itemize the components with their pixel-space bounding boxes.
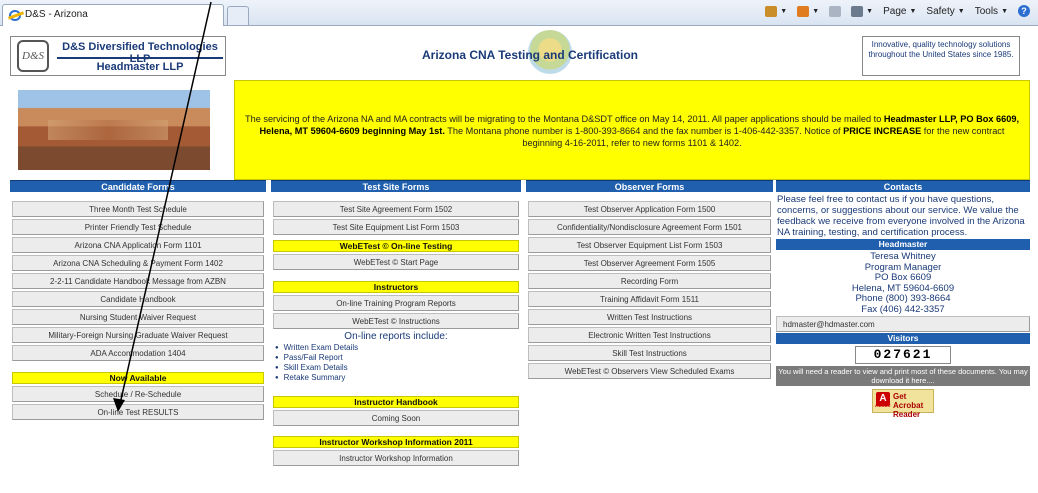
- now-available-heading: Now Available: [12, 372, 264, 384]
- list-item[interactable]: Skill Exam Details: [275, 363, 521, 373]
- online-results-button[interactable]: On-line Test RESULTS: [12, 404, 264, 420]
- page-title: Arizona CNA Testing and Certification: [421, 48, 638, 62]
- observer-form-button[interactable]: Skill Test Instructions: [528, 345, 771, 361]
- observer-form-button[interactable]: Training Affidavit Form 1511: [528, 291, 771, 307]
- page-menu[interactable]: Page ▼: [883, 6, 916, 17]
- candidate-form-button[interactable]: Military-Foreign Nursing Graduate Waiver…: [12, 327, 264, 343]
- observer-form-button[interactable]: Written Test Instructions: [528, 309, 771, 325]
- command-bar: ▼ ▼ ▼ Page ▼ Safety ▼ Tools ▼ ?: [765, 5, 1030, 17]
- email-link[interactable]: hdmaster@hdmaster.com: [776, 316, 1030, 332]
- printer-icon: [851, 5, 864, 17]
- company-logo-box[interactable]: D&S D&S Diversified Technologies LLP Hea…: [10, 36, 226, 76]
- headmaster-heading: Headmaster: [776, 239, 1030, 250]
- get-acrobat-button[interactable]: A Get Acrobat Reader Adobe: [872, 389, 934, 419]
- browser-tab[interactable]: D&S - Arizona: [2, 4, 224, 26]
- observer-form-button[interactable]: Test Observer Agreement Form 1505: [528, 255, 771, 271]
- instructor-handbook-heading: Instructor Handbook: [273, 396, 519, 408]
- company-logo-icon: D&S: [17, 40, 49, 72]
- observer-forms-heading: Observer Forms: [526, 180, 773, 192]
- notice-banner: The servicing of the Arizona NA and MA c…: [234, 80, 1030, 180]
- candidate-form-button[interactable]: ADA Accommodation 1404: [12, 345, 264, 361]
- tagline: Innovative, quality technology solutions…: [862, 36, 1020, 76]
- reports-title: On-line reports include:: [344, 331, 448, 342]
- webetest-instructions-button[interactable]: WebETest © Instructions: [273, 313, 519, 329]
- print-button[interactable]: ▼: [851, 5, 873, 17]
- observer-form-button[interactable]: Test Observer Application Form 1500: [528, 201, 771, 217]
- browser-toolbar: D&S - Arizona ▼ ▼ ▼ Page ▼ Safety ▼ Tools ▼…: [0, 0, 1038, 26]
- workshop-heading: Instructor Workshop Information 2011: [273, 436, 519, 448]
- contacts-heading: Contacts: [776, 180, 1030, 192]
- mail-button[interactable]: [829, 5, 842, 17]
- instructors-heading: Instructors: [273, 281, 519, 293]
- feeds-button[interactable]: ▼: [797, 5, 819, 17]
- candidate-form-button[interactable]: Candidate Handbook: [12, 291, 264, 307]
- webetest-heading: WebETest © On-line Testing: [273, 240, 519, 252]
- observer-form-button[interactable]: WebETest © Observers View Scheduled Exam…: [528, 363, 771, 379]
- list-item[interactable]: Written Exam Details: [275, 343, 521, 353]
- mail-icon: [829, 5, 842, 17]
- list-item[interactable]: Retake Summary: [275, 373, 521, 383]
- candidate-form-button[interactable]: Printer Friendly Test Schedule: [12, 219, 264, 235]
- observer-form-button[interactable]: Test Observer Equipment List Form 1503: [528, 237, 771, 253]
- candidate-form-button[interactable]: Three Month Test Schedule: [12, 201, 264, 217]
- candidate-form-button[interactable]: Nursing Student Waiver Request: [12, 309, 264, 325]
- contact-details: Teresa Whitney Program Manager PO Box 66…: [851, 251, 955, 315]
- training-reports-button[interactable]: On-line Training Program Reports: [273, 295, 519, 311]
- test-site-forms-heading: Test Site Forms: [271, 180, 521, 192]
- observer-forms-column: Observer Forms Test Observer Application…: [526, 180, 773, 381]
- feeds-icon: [797, 5, 810, 17]
- schedule-button[interactable]: Schedule / Re-Schedule: [12, 386, 264, 402]
- candidate-form-button[interactable]: Arizona CNA Application Form 1101: [12, 237, 264, 253]
- divider: [57, 57, 223, 59]
- help-icon: ?: [1018, 5, 1030, 17]
- candidate-form-button[interactable]: Arizona CNA Scheduling & Payment Form 14…: [12, 255, 264, 271]
- ie-icon: [9, 10, 21, 21]
- home-button[interactable]: ▼: [765, 5, 787, 17]
- contact-intro: Please feel free to contact us if you ha…: [777, 194, 1025, 238]
- candidate-form-button[interactable]: 2-2-11 Candidate Handbook Message from A…: [12, 273, 264, 289]
- company-subname: Headmaster LLP: [96, 61, 184, 73]
- workshop-info-button[interactable]: Instructor Workshop Information: [273, 450, 519, 466]
- tools-menu[interactable]: Tools ▼: [975, 6, 1008, 17]
- contacts-column: Contacts Please feel free to contact us …: [776, 180, 1030, 419]
- tab-title: D&S - Arizona: [25, 9, 88, 20]
- safety-menu[interactable]: Safety ▼: [926, 6, 964, 17]
- observer-form-button[interactable]: Recording Form: [528, 273, 771, 289]
- test-site-equipment-button[interactable]: Test Site Equipment List Form 1503: [273, 219, 519, 235]
- test-site-forms-column: Test Site Forms Test Site Agreement Form…: [271, 180, 521, 468]
- grand-canyon-photo: [18, 90, 210, 170]
- webetest-start-button[interactable]: WebETest © Start Page: [273, 254, 519, 270]
- observer-form-button[interactable]: Confidentiality/Nondisclosure Agreement …: [528, 219, 771, 235]
- reader-note[interactable]: You will need a reader to view and print…: [776, 366, 1030, 386]
- coming-soon-button[interactable]: Coming Soon: [273, 410, 519, 426]
- page-content: D&S D&S Diversified Technologies LLP Hea…: [10, 28, 1030, 493]
- visitors-heading: Visitors: [776, 333, 1030, 344]
- new-tab-button[interactable]: [227, 6, 249, 25]
- reports-list: Written Exam Details Pass/Fail Report Sk…: [271, 343, 521, 383]
- candidate-forms-heading: Candidate Forms: [10, 180, 266, 192]
- visitor-counter: 027621: [855, 346, 951, 364]
- list-item[interactable]: Pass/Fail Report: [275, 353, 521, 363]
- home-icon: [765, 5, 778, 17]
- candidate-forms-column: Candidate Forms Three Month Test Schedul…: [10, 180, 266, 422]
- test-site-agreement-button[interactable]: Test Site Agreement Form 1502: [273, 201, 519, 217]
- help-button[interactable]: ?: [1018, 5, 1030, 17]
- observer-form-button[interactable]: Electronic Written Test Instructions: [528, 327, 771, 343]
